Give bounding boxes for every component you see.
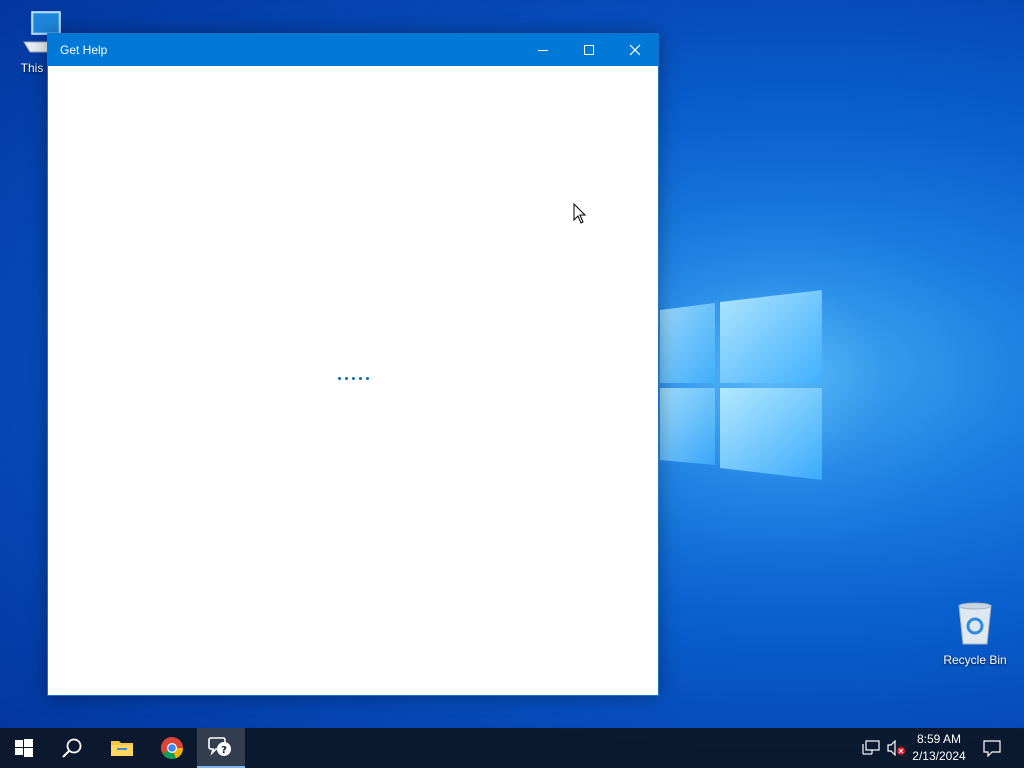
window-titlebar[interactable]: Get Help <box>48 34 658 66</box>
network-tray-button[interactable] <box>858 728 884 768</box>
get-help-icon: ? <box>208 737 231 756</box>
volume-muted-icon <box>887 740 905 756</box>
loading-dot <box>366 377 369 380</box>
desktop-icon-recycle-bin[interactable]: Recycle Bin <box>937 600 1013 667</box>
search-icon <box>62 738 82 758</box>
file-explorer-icon <box>111 741 133 756</box>
file-explorer-button[interactable] <box>98 728 146 768</box>
minimize-icon <box>538 50 548 51</box>
chrome-button[interactable] <box>148 728 196 768</box>
loading-dot <box>338 377 341 380</box>
volume-tray-button[interactable] <box>884 728 908 768</box>
mouse-cursor-icon <box>573 203 587 224</box>
clock-date: 2/13/2024 <box>912 749 966 763</box>
maximize-icon <box>584 45 594 55</box>
close-icon <box>629 44 641 56</box>
search-button[interactable] <box>48 728 96 768</box>
start-icon <box>15 739 33 757</box>
window-title: Get Help <box>60 43 108 57</box>
notifications-button[interactable] <box>978 728 1006 768</box>
loading-dot <box>359 377 362 380</box>
get-help-taskbar-button[interactable]: ? <box>197 728 245 768</box>
clock-time: 8:59 AM <box>916 732 962 746</box>
start-button[interactable] <box>0 728 48 768</box>
loading-indicator <box>338 377 369 380</box>
taskbar: ? 8:59 AM 2/13/2024 <box>0 728 1024 768</box>
close-button[interactable] <box>612 34 658 66</box>
maximize-button[interactable] <box>566 34 612 66</box>
loading-dot <box>352 377 355 380</box>
get-help-window: Get Help <box>47 33 659 696</box>
chrome-icon <box>161 737 184 760</box>
svg-text:?: ? <box>221 745 227 756</box>
loading-dot <box>345 377 348 380</box>
notifications-icon <box>983 740 1001 757</box>
minimize-button[interactable] <box>520 34 566 66</box>
network-icon <box>862 740 880 755</box>
clock[interactable]: 8:59 AM 2/13/2024 <box>906 731 972 765</box>
recycle-bin-icon <box>958 602 992 645</box>
windows-logo-wallpaper <box>660 290 822 480</box>
desktop-icon-label: Recycle Bin <box>943 653 1007 667</box>
